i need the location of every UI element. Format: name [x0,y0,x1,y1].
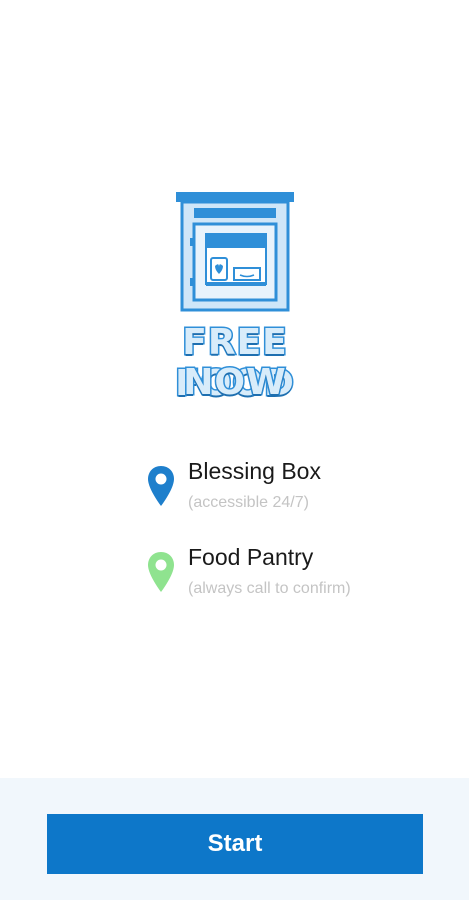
app-logo: FREE FOOD NOW [120,186,350,406]
legend-label: Food Pantry [188,544,314,570]
map-pin-icon [148,466,174,506]
legend-sublabel: (always call to confirm) [188,580,351,597]
map-pin-icon [148,552,174,592]
footer-bar: Start [0,778,469,900]
map-legend: Blessing Box (accessible 24/7) Food Pant… [146,458,446,630]
legend-item-food-pantry: Food Pantry (always call to confirm) [146,544,446,630]
welcome-screen: FREE FOOD NOW Blessing Box (accessible 2… [0,0,469,900]
legend-item-blessing-box: Blessing Box (accessible 24/7) [146,458,446,544]
legend-sublabel: (accessible 24/7) [188,494,309,511]
start-button[interactable]: Start [47,814,423,874]
blessing-box-icon [176,192,294,312]
logo-title-line2: NOW [182,361,287,405]
legend-label: Blessing Box [188,458,321,484]
